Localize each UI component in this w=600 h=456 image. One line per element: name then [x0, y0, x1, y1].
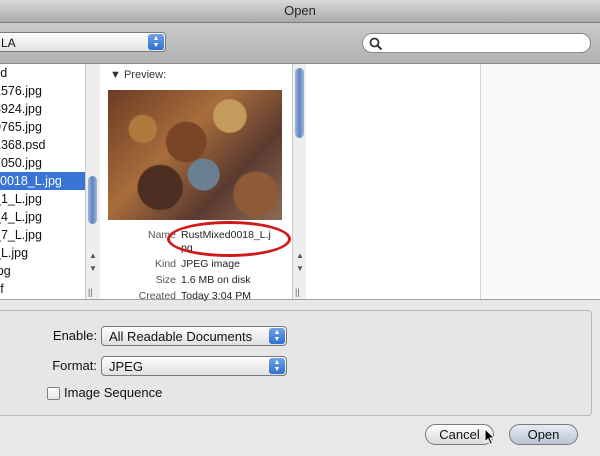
scroll-down-arrow-icon[interactable]: ▼ — [88, 264, 98, 274]
info-row-size: Size 1.6 MB on disk — [100, 273, 292, 288]
info-row-created: Created Today 3:04 PM — [100, 289, 292, 304]
format-popup[interactable]: JPEG ▲ ▼ — [101, 356, 287, 376]
format-label: Format: — [52, 358, 97, 373]
empty-column — [306, 64, 480, 299]
image-sequence-checkbox[interactable] — [47, 387, 60, 400]
options-panel: Enable: All Readable Documents ▲ ▼ Format… — [0, 310, 592, 416]
column-resize-grip-icon[interactable]: || — [295, 287, 300, 297]
info-value: 1.6 MB on disk — [181, 274, 251, 286]
file-list-item[interactable]: sd — [0, 64, 85, 82]
preview-image — [108, 90, 282, 220]
popup-arrows-icon: ▲ ▼ — [148, 34, 164, 50]
info-value: Today 3:04 PM — [181, 290, 252, 302]
scroll-thumb[interactable] — [88, 176, 97, 224]
file-list-item[interactable]: tif — [0, 280, 85, 298]
scroll-down-arrow-icon[interactable]: ▼ — [295, 264, 305, 274]
info-row-kind: Kind JPEG image — [100, 257, 292, 272]
enable-popup[interactable]: All Readable Documents ▲ ▼ — [101, 326, 287, 346]
file-list-item[interactable]: 1576.jpg — [0, 82, 85, 100]
image-sequence-label[interactable]: Image Sequence — [64, 385, 162, 400]
file-list-item[interactable]: jpg — [0, 262, 85, 280]
path-popup[interactable]: LA ▲ ▼ — [0, 32, 166, 52]
info-key: Kind — [154, 258, 176, 270]
popup-arrows-icon: ▲ ▼ — [269, 358, 285, 374]
file-list-item[interactable]: _4_L.jpg — [0, 208, 85, 226]
file-list-scrollbar[interactable]: ▲ ▼ || — [85, 64, 100, 299]
column-resize-grip-icon[interactable]: || — [88, 287, 93, 297]
disclosure-triangle-icon[interactable]: ▼ — [110, 69, 121, 81]
info-key: Size — [155, 274, 176, 286]
enable-label: Enable: — [52, 328, 97, 343]
empty-column-right — [481, 64, 600, 299]
info-key: Created — [138, 290, 176, 302]
path-popup-label: LA — [1, 36, 16, 50]
file-list-item[interactable]: 7050.jpg — [0, 154, 85, 172]
scroll-thumb[interactable] — [295, 68, 304, 138]
file-list-item[interactable]: 0018_L.jpg — [0, 172, 85, 190]
annotation-circle — [167, 221, 291, 257]
scroll-up-arrow-icon[interactable]: ▲ — [88, 251, 98, 261]
file-browser: sd1576.jpg8924.jpg0765.jpg1368.psd7050.j… — [0, 64, 600, 302]
search-icon — [369, 37, 383, 51]
window-title: Open — [0, 0, 600, 23]
file-list: sd1576.jpg8924.jpg0765.jpg1368.psd7050.j… — [0, 64, 85, 299]
mouse-cursor-icon — [484, 428, 496, 446]
scroll-up-arrow-icon[interactable]: ▲ — [295, 251, 305, 261]
file-list-item[interactable]: 8924.jpg — [0, 100, 85, 118]
file-list-item[interactable]: 1368.psd — [0, 136, 85, 154]
format-popup-value: JPEG — [109, 359, 143, 374]
popup-arrows-icon: ▲ ▼ — [269, 328, 285, 344]
file-list-item[interactable]: _7_L.jpg — [0, 226, 85, 244]
preview-label-text: Preview: — [123, 69, 167, 81]
toolbar: LA ▲ ▼ — [0, 23, 600, 64]
open-button[interactable]: Open — [509, 424, 578, 445]
enable-popup-value: All Readable Documents — [109, 329, 253, 344]
file-list-item[interactable]: _L.jpg — [0, 244, 85, 262]
preview-scrollbar[interactable]: ▲ ▼ || — [292, 64, 307, 299]
file-list-item[interactable]: _1_L.jpg — [0, 190, 85, 208]
preview-pane: ▼ Preview: Name RustMixed0018_L.j pg Kin… — [100, 64, 292, 302]
info-value: JPEG image — [181, 258, 240, 270]
preview-label: ▼ Preview: — [110, 69, 166, 81]
file-list-item[interactable]: 0765.jpg — [0, 118, 85, 136]
search-input[interactable] — [362, 33, 591, 53]
